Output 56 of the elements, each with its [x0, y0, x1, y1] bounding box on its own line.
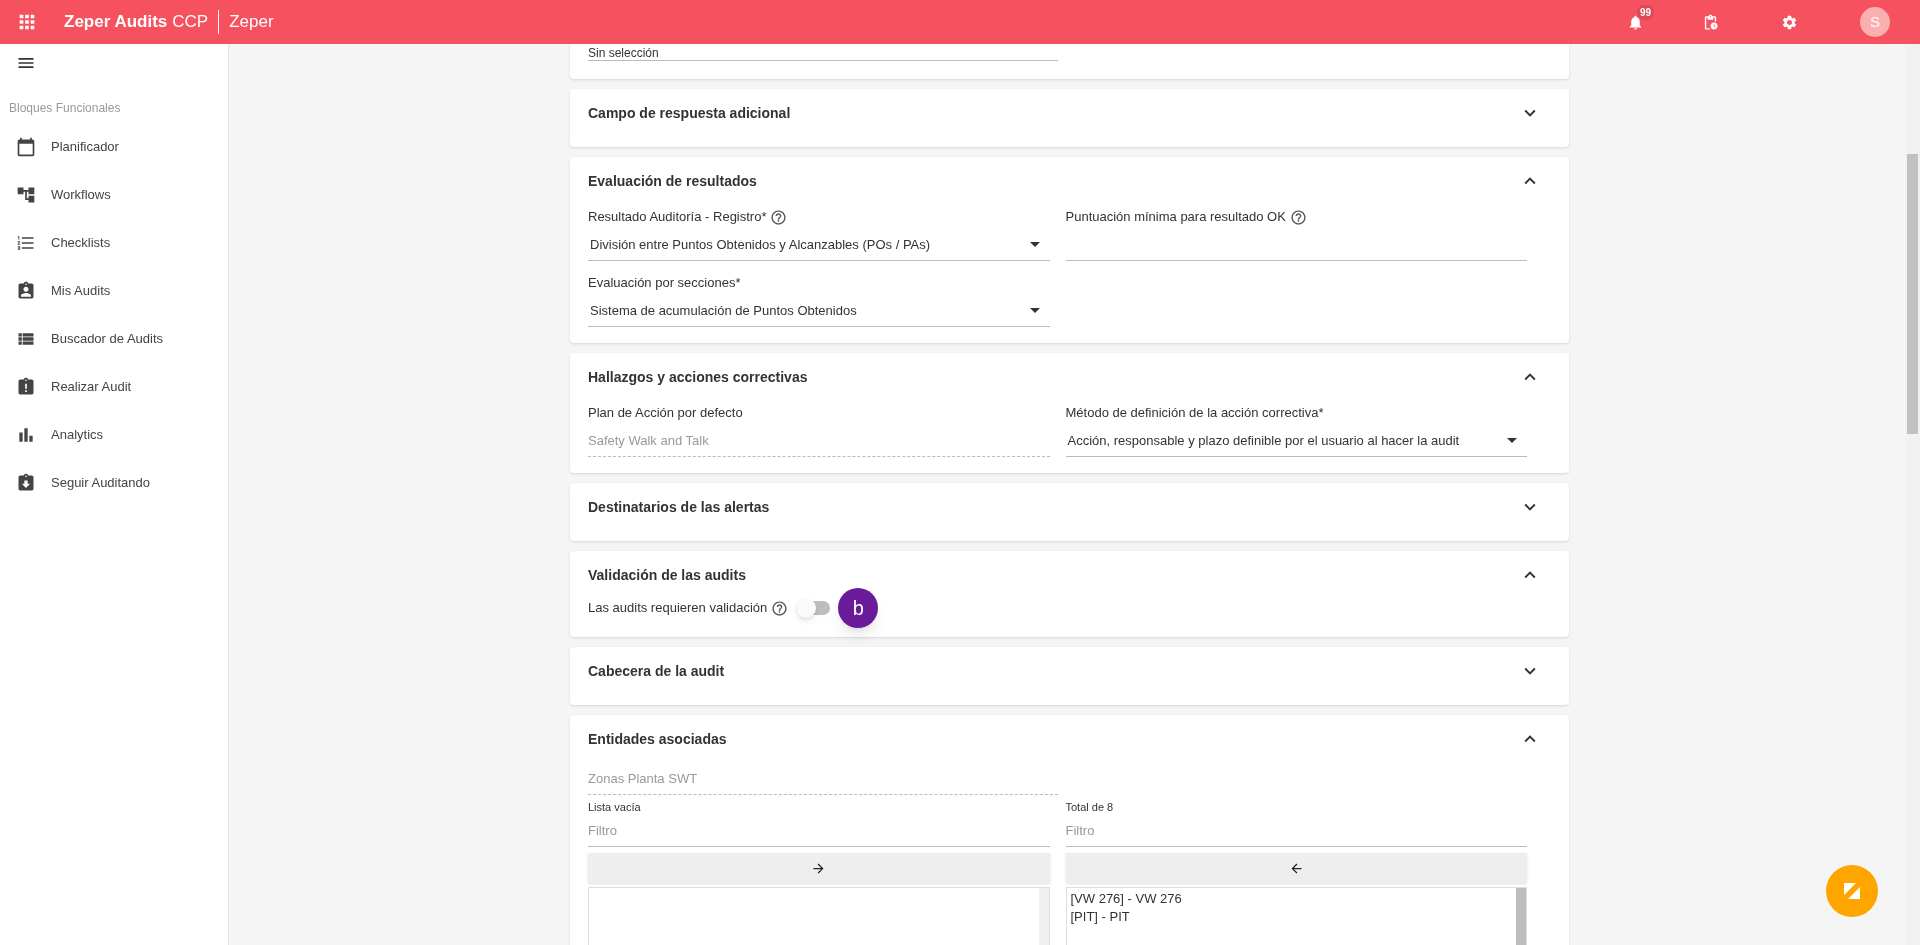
sidebar-item[interactable]: Checklists	[0, 219, 228, 267]
select-field[interactable]: Sin selección	[588, 44, 1058, 61]
field-label: Plan de Acción por defecto	[588, 404, 743, 423]
sidebar-item[interactable]: Workflows	[0, 171, 228, 219]
sidebar-item[interactable]: Buscador de Audits	[0, 315, 228, 363]
company-name: Zeper	[229, 11, 274, 34]
sidebar-item[interactable]: Mis Audits	[0, 267, 228, 315]
select-field[interactable]: Acción, responsable y plazo definible por el usuario al hacer la audit	[1065, 425, 1527, 457]
bar-chart-icon	[16, 425, 36, 445]
overlay-badge[interactable]: b	[838, 588, 879, 628]
field-label: Las audits requieren validación	[588, 599, 768, 618]
dropdown-icon	[1029, 308, 1040, 313]
section-header[interactable]: Evaluación de resultados	[588, 157, 1551, 205]
dropdown-icon	[1029, 242, 1040, 247]
readonly-field: Safety Walk and Talk	[588, 425, 1050, 457]
clipboard-clock-icon[interactable]	[1702, 13, 1719, 31]
section-header[interactable]: Destinatarios de las alertas	[588, 483, 1551, 531]
numbered-list-icon	[16, 233, 36, 253]
contact-card-icon	[16, 281, 36, 301]
section-header[interactable]: Entidades asociadas	[588, 715, 1551, 763]
help-icon[interactable]	[770, 208, 788, 226]
clipboard-alert-icon	[16, 377, 36, 397]
readonly-field: Zonas Planta SWT	[588, 763, 1058, 795]
calendar-icon	[16, 137, 36, 157]
toggle-switch[interactable]	[796, 598, 831, 618]
select-field[interactable]: Sistema de acumulación de Puntos Obtenidos	[588, 295, 1050, 327]
field-label: Puntuación mínima para resultado OK	[1065, 208, 1286, 227]
settings-icon[interactable]	[1781, 13, 1798, 31]
select-field[interactable]: División entre Puntos Obtenidos y Alcanzables (POs / PAs)	[588, 229, 1050, 261]
list-option[interactable]: [VW 276] - VW 276	[1070, 890, 1516, 908]
sidebar-item[interactable]: Analytics	[0, 411, 228, 459]
sidebar-item[interactable]: Realizar Audit	[0, 363, 228, 411]
filter-field[interactable]: Filtro	[1065, 815, 1527, 847]
list-caption: Total de 8	[1065, 800, 1115, 815]
section-header[interactable]: Campo de respuesta adicional	[588, 89, 1551, 137]
field-label: Resultado Auditoría - Registro*	[588, 208, 767, 227]
notification-badge: 99	[1637, 4, 1655, 20]
help-icon[interactable]	[771, 599, 789, 617]
section-header[interactable]: Cabecera de la audit	[588, 647, 1551, 695]
filter-field[interactable]: Filtro	[588, 815, 1050, 847]
field-label: Evaluación por secciones*	[588, 274, 741, 293]
floating-action-button[interactable]	[1826, 865, 1878, 917]
sidebar-item[interactable]: Planificador	[0, 123, 228, 171]
help-icon[interactable]	[1289, 208, 1307, 226]
section-header[interactable]: Hallazgos y acciones correctivas	[588, 353, 1551, 401]
app-suffix: CCP	[172, 11, 209, 34]
list-option[interactable]: [PIT] - PIT	[1070, 908, 1516, 926]
sidebar-heading: Bloques Funcionales	[9, 100, 122, 117]
app-name: Zeper Audits	[64, 11, 168, 34]
dropdown-icon	[1507, 438, 1517, 443]
list-box[interactable]: [VW 276] - VW 276 [PIT] - PIT	[1065, 887, 1527, 945]
list-caption: Lista vacía	[588, 800, 642, 815]
clipboard-download-icon	[16, 473, 36, 493]
field-label: Método de definición de la acción correctiva*	[1065, 404, 1324, 423]
sidebar-item[interactable]: Seguir Auditando	[0, 459, 228, 507]
hierarchy-icon	[16, 185, 36, 205]
